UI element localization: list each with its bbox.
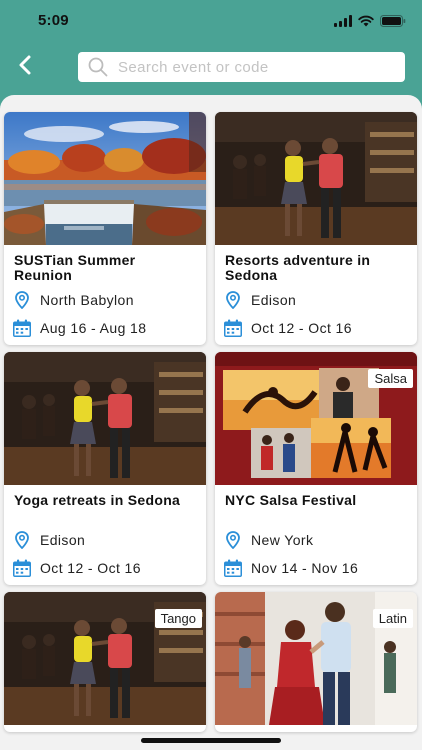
event-date-row: Oct 12 - Oct 16 [12,557,206,579]
event-location-row: North Babylon [12,289,206,311]
event-card[interactable]: Latin [215,592,417,732]
calendar-icon [223,318,243,338]
event-image-latin-dance-class: Latin [215,592,417,725]
cellular-signal-icon [334,14,352,32]
event-location-row: Edison [223,289,417,311]
event-location-row: New York [223,529,417,551]
event-location: Edison [40,532,86,548]
event-dates: Nov 14 - Nov 16 [251,560,359,576]
event-title: Yoga retreats in Sedona [14,492,181,508]
event-dates: Oct 12 - Oct 16 [251,320,352,336]
event-card[interactable]: Yoga retreats in Sedona Edison Oct 12 - … [4,352,206,585]
chevron-left-icon [17,54,33,81]
event-image-waterfall [4,112,206,245]
back-button[interactable] [10,52,40,82]
calendar-icon [12,558,32,578]
event-location: North Babylon [40,292,134,308]
wifi-icon [358,14,374,32]
event-title: SUSTian Summer Reunion [14,252,136,283]
status-bar: 5:09 [0,0,422,44]
event-card[interactable]: SUSTian Summer Reunion North Babylon Aug… [4,112,206,345]
event-date-row: Oct 12 - Oct 16 [223,317,417,339]
event-image-dancing-couple: Tango [4,592,206,725]
event-grid: SUSTian Summer Reunion North Babylon Aug… [4,112,417,732]
event-list: SUSTian Summer Reunion North Babylon Aug… [0,95,422,750]
event-card[interactable]: Resorts adventure in Sedona Edison Oct 1… [215,112,417,345]
header [0,44,422,96]
event-date-row: Nov 14 - Nov 16 [223,557,417,579]
event-location: New York [251,532,314,548]
event-title: NYC Salsa Festival [225,492,357,508]
event-title: Resorts adventure in Sedona [225,252,371,283]
status-icons [334,14,406,32]
dance-style-tag: Salsa [368,369,413,388]
event-dates: Aug 16 - Aug 18 [40,320,147,336]
event-image-dancing-couple [4,352,206,485]
dance-style-tag: Latin [372,609,413,628]
event-image-salsa-collage: Salsa [215,352,417,485]
search-input[interactable] [118,58,398,76]
event-image-dancing-couple [215,112,417,245]
event-location-row: Edison [12,529,206,551]
calendar-icon [223,558,243,578]
home-indicator [141,738,281,743]
location-pin-icon [223,530,243,550]
location-pin-icon [12,530,32,550]
dance-style-tag: Tango [154,609,202,628]
event-card[interactable]: Tango [4,592,206,732]
event-card[interactable]: Salsa NYC Salsa Festival New York Nov 14… [215,352,417,585]
location-pin-icon [223,290,243,310]
status-time: 5:09 [38,12,69,29]
search-icon [88,56,110,78]
event-location: Edison [251,292,297,308]
location-pin-icon [12,290,32,310]
event-date-row: Aug 16 - Aug 18 [12,317,206,339]
calendar-icon [12,318,32,338]
battery-icon [380,14,406,32]
event-dates: Oct 12 - Oct 16 [40,560,141,576]
search-box[interactable] [78,52,405,82]
